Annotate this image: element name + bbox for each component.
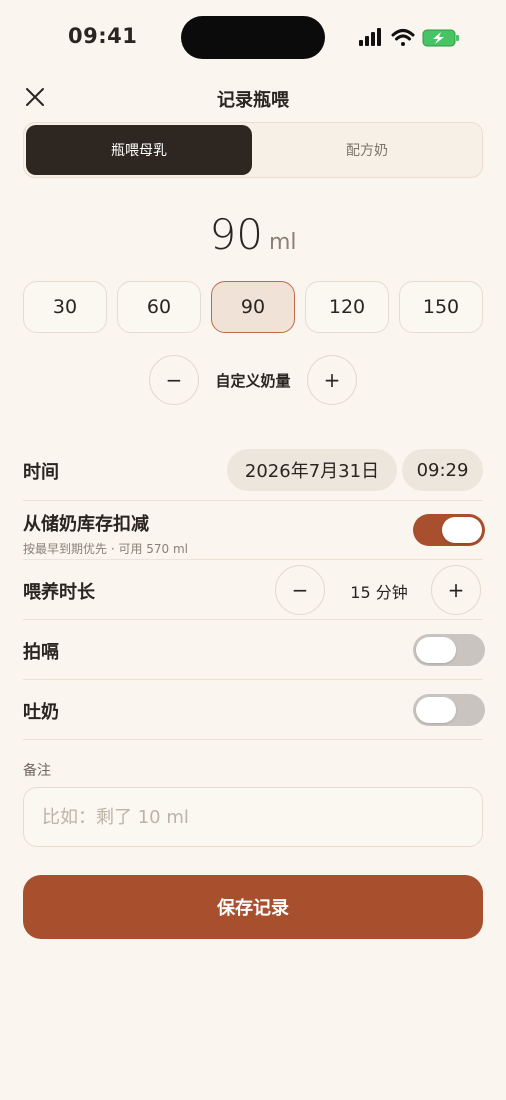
preset-120[interactable]: 120 xyxy=(305,281,389,333)
amount-unit: ml xyxy=(268,230,297,255)
plus-icon: + xyxy=(447,578,465,602)
custom-increase-button[interactable]: + xyxy=(306,355,357,405)
spit-up-toggle[interactable] xyxy=(413,694,485,726)
duration-increase-button[interactable]: + xyxy=(431,565,481,615)
duration-row: 喂养时长 − 15 分钟 + xyxy=(23,564,483,616)
spit-up-label: 吐奶 xyxy=(23,702,59,723)
date-picker[interactable]: 2026年7月31日 xyxy=(227,449,397,491)
page-title: 记录瓶喂 xyxy=(217,90,289,111)
status-time: 09:41 xyxy=(68,24,138,48)
notes-input[interactable] xyxy=(23,787,483,847)
feed-type-segmented-control: 瓶喂母乳 配方奶 xyxy=(23,122,483,178)
dynamic-island xyxy=(181,16,325,59)
duration-decrease-button[interactable]: − xyxy=(275,565,325,615)
battery-charging-icon xyxy=(422,29,459,47)
status-icons xyxy=(359,28,459,47)
deduct-inventory-row: 从储奶库存扣减 按最早到期优先 · 可用 570 ml xyxy=(23,508,485,558)
spit-up-row: 吐奶 xyxy=(23,684,485,736)
time-picker[interactable]: 09:29 xyxy=(402,449,483,491)
duration-label: 喂养时长 xyxy=(23,582,95,603)
segment-breast-milk[interactable]: 瓶喂母乳 xyxy=(26,125,252,175)
divider xyxy=(23,739,483,740)
wifi-icon xyxy=(391,29,415,46)
time-row: 时间 2026年7月31日 09:29 xyxy=(23,448,483,492)
amount-value: 90 xyxy=(209,210,263,259)
cellular-signal-icon xyxy=(359,28,381,46)
custom-amount-label: 自定义奶量 xyxy=(215,371,291,390)
preset-60[interactable]: 60 xyxy=(117,281,201,333)
notes-label: 备注 xyxy=(23,763,51,779)
minus-icon: − xyxy=(291,578,309,602)
custom-decrease-button[interactable]: − xyxy=(149,355,199,405)
preset-amounts: 30 60 90 120 150 xyxy=(23,281,483,333)
burp-row: 拍嗝 xyxy=(23,624,485,676)
amount-display: 90 ml xyxy=(0,210,506,259)
preset-90[interactable]: 90 xyxy=(211,281,295,333)
burp-label: 拍嗝 xyxy=(23,642,59,663)
preset-150[interactable]: 150 xyxy=(399,281,483,333)
deduct-toggle[interactable] xyxy=(413,514,485,546)
toggle-knob xyxy=(416,697,456,723)
deduct-sub-label: 按最早到期优先 · 可用 570 ml xyxy=(23,542,189,556)
custom-amount-stepper: − 自定义奶量 + xyxy=(149,354,357,406)
divider xyxy=(23,619,483,620)
segment-formula[interactable]: 配方奶 xyxy=(254,125,480,175)
deduct-label: 从储奶库存扣减 xyxy=(23,514,149,535)
save-button[interactable]: 保存记录 xyxy=(23,875,483,939)
duration-value: 15 分钟 xyxy=(350,583,408,602)
plus-icon: + xyxy=(323,368,341,392)
toggle-knob xyxy=(416,637,456,663)
divider xyxy=(23,500,483,501)
toggle-knob xyxy=(442,517,482,543)
preset-30[interactable]: 30 xyxy=(23,281,107,333)
divider xyxy=(23,559,483,560)
time-label: 时间 xyxy=(23,462,59,483)
burp-toggle[interactable] xyxy=(413,634,485,666)
divider xyxy=(23,679,483,680)
minus-icon: − xyxy=(165,368,183,392)
